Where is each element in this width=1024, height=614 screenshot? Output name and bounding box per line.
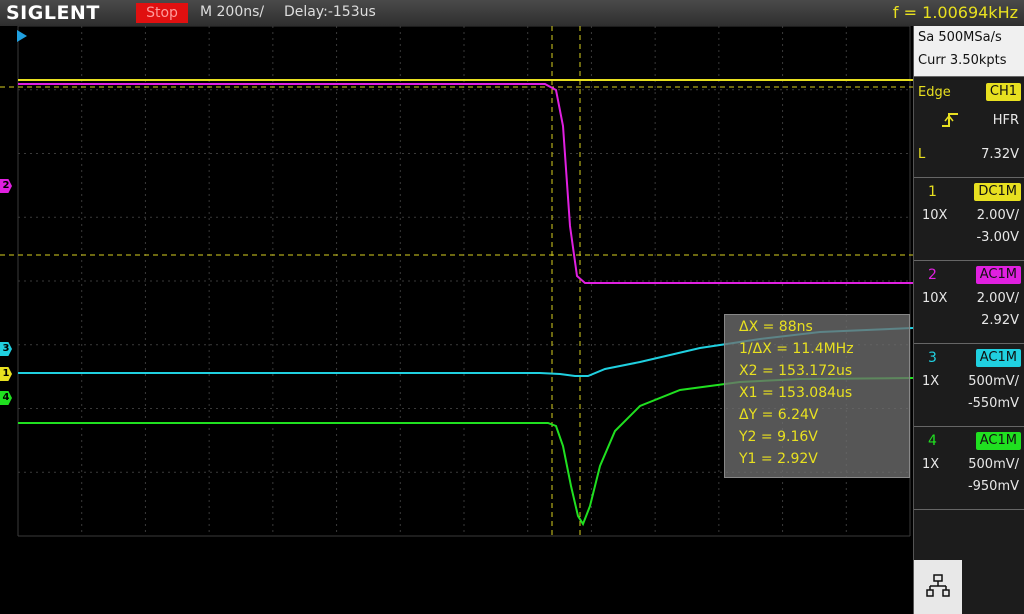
sample-rate: Sa 500MSa/s: [918, 30, 1002, 45]
channel-4-box[interactable]: 4 AC1M 1X 500mV/ -950mV: [914, 427, 1024, 510]
ch2-number: 2: [928, 267, 937, 283]
y2-readout: Y2 = 9.16V: [739, 429, 818, 445]
frequency-counter: f = 1.00694kHz: [892, 3, 1018, 22]
settings-panel: Sa 500MSa/s Curr 3.50kpts Edge CH1 HFR L…: [913, 26, 1024, 614]
ch4-number: 4: [928, 433, 937, 449]
ch1-number: 1: [928, 184, 937, 200]
ch4-coupling-badge: AC1M: [975, 432, 1021, 450]
trigger-position-marker[interactable]: [17, 30, 27, 42]
x2-readout: X2 = 153.172us: [739, 363, 853, 379]
ch2-coupling-badge: AC1M: [975, 266, 1021, 284]
ch3-scale: 500mV/: [968, 374, 1019, 389]
trigger-level: 7.32V: [981, 147, 1019, 162]
ch4-offset: -950mV: [967, 479, 1019, 494]
ch4-scale: 500mV/: [968, 457, 1019, 472]
x1-readout: X1 = 153.084us: [739, 385, 853, 401]
trigger-delay-readout[interactable]: Delay:-153us: [284, 4, 376, 20]
ch1-probe: 10X: [922, 208, 948, 223]
trigger-level-label: L: [918, 147, 926, 162]
waveform-display[interactable]: 2 3 1 4 ΔX = 88ns 1/ΔX = 11.4MHz X2 = 15…: [0, 26, 913, 614]
ch2-offset: 2.92V: [981, 313, 1019, 328]
acquisition-box[interactable]: Sa 500MSa/s Curr 3.50kpts: [914, 26, 1024, 77]
channel-1-box[interactable]: 1 DC1M 10X 2.00V/ -3.00V: [914, 178, 1024, 261]
brand-logo: SIGLENT: [6, 2, 100, 24]
delta-y-readout: ΔY = 6.24V: [739, 407, 819, 423]
ch1-coupling-badge: DC1M: [974, 183, 1021, 201]
y1-readout: Y1 = 2.92V: [739, 451, 818, 467]
ch1-scale: 2.00V/: [976, 208, 1019, 223]
inverse-delta-x-readout: 1/ΔX = 11.4MHz: [739, 341, 854, 357]
run-stop-status[interactable]: Stop: [136, 3, 188, 23]
delta-x-readout: ΔX = 88ns: [739, 319, 813, 335]
trigger-coupling: HFR: [992, 113, 1019, 128]
rising-edge-icon: [942, 113, 958, 127]
trigger-source-badge: CH1: [985, 83, 1021, 101]
ch3-offset: -550mV: [967, 396, 1019, 411]
memory-depth: Curr 3.50kpts: [918, 53, 1007, 68]
trace-ch2: [18, 83, 913, 284]
network-icon: [926, 574, 950, 597]
trigger-box[interactable]: Edge CH1 HFR L 7.32V: [914, 77, 1024, 178]
status-bar: SIGLENT Stop M 200ns/ Delay:-153us f = 1…: [0, 0, 1024, 27]
ch1-offset: -3.00V: [976, 230, 1019, 245]
ch3-probe: 1X: [922, 374, 940, 389]
ch3-coupling-badge: AC1M: [975, 349, 1021, 367]
cursor-measurement-panel: ΔX = 88ns 1/ΔX = 11.4MHz X2 = 153.172us …: [724, 314, 910, 478]
trigger-type: Edge: [918, 85, 951, 100]
ch3-number: 3: [928, 350, 937, 366]
channel-2-box[interactable]: 2 AC1M 10X 2.00V/ 2.92V: [914, 261, 1024, 344]
ch2-probe: 10X: [922, 291, 948, 306]
network-status-box[interactable]: [914, 560, 962, 614]
ch2-scale: 2.00V/: [976, 291, 1019, 306]
channel-3-box[interactable]: 3 AC1M 1X 500mV/ -550mV: [914, 344, 1024, 427]
timebase-readout[interactable]: M 200ns/: [200, 4, 264, 20]
ch4-probe: 1X: [922, 457, 940, 472]
